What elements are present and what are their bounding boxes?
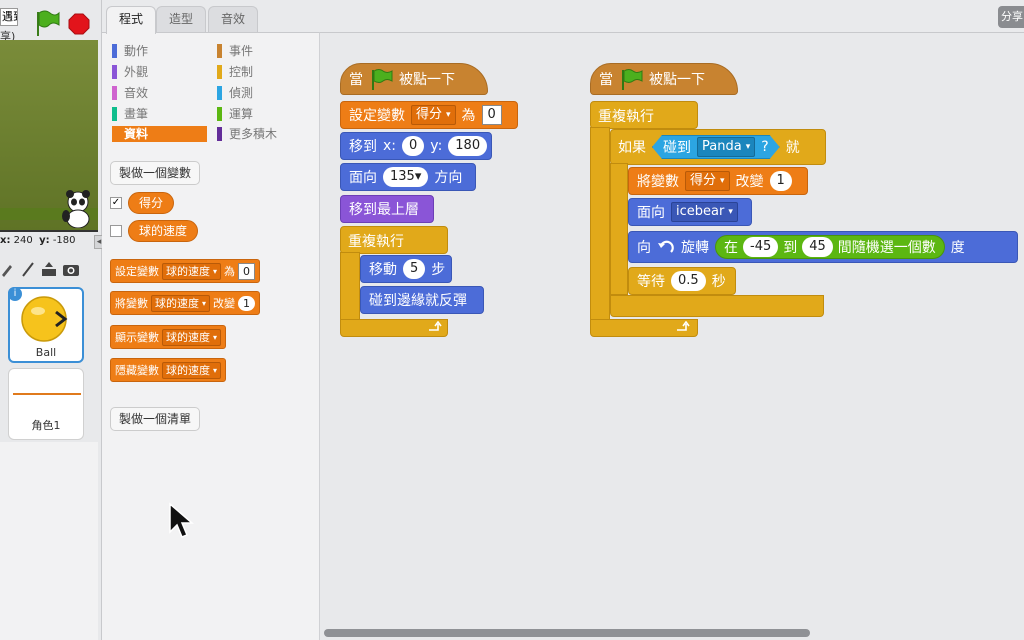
point-towards-block[interactable]: 面向 icebear (628, 198, 752, 226)
category-looks[interactable]: 外觀 (112, 64, 207, 80)
scratch-editor: 遇到 享) x: 240 y: -180 ◂ (0, 0, 1024, 640)
when-flag-clicked-hat[interactable]: 當 被點一下 (340, 63, 488, 95)
steps-input[interactable]: 5 (403, 259, 426, 279)
variable-checkbox[interactable]: ✓ (110, 197, 122, 209)
share-button[interactable]: 分享 (998, 6, 1024, 28)
variable-row: ✓ 得分 (110, 192, 175, 214)
brush-icon[interactable] (20, 261, 36, 277)
forever-block-arm (340, 252, 360, 324)
mouse-coordinates: x: 240 y: -180 (0, 235, 76, 246)
variable-dropdown[interactable]: 球的速度 (151, 294, 211, 312)
panda-sprite[interactable] (58, 188, 98, 228)
tab-costumes[interactable]: 造型 (156, 6, 207, 34)
variable-dropdown[interactable]: 得分 (685, 171, 730, 191)
variable-dropdown[interactable]: 球的速度 (162, 328, 222, 346)
tab-sounds[interactable]: 音效 (208, 6, 259, 34)
forever-label: 重複執行 (348, 234, 404, 250)
category-motion[interactable]: 動作 (112, 43, 207, 59)
sprite-name: 角色1 (31, 419, 61, 432)
y-input[interactable]: 180 (448, 136, 488, 156)
variable-reporter[interactable]: 得分 (128, 192, 175, 214)
stage-panel: 遇到 享) x: 240 y: -180 ◂ (0, 0, 104, 640)
value-input[interactable]: 0 (238, 262, 256, 280)
direction-input[interactable]: 135▾ (383, 167, 429, 187)
category-sound[interactable]: 音效 (112, 85, 207, 101)
variable-checkbox[interactable] (110, 225, 122, 237)
variable-reporter[interactable]: 球的速度 (128, 220, 199, 242)
point-in-direction-block[interactable]: 面向 135▾ 方向 (340, 163, 476, 191)
paint-sprite-icon[interactable] (0, 261, 16, 277)
green-flag-icon[interactable] (34, 8, 60, 38)
random-from-input[interactable]: -45 (743, 237, 779, 257)
make-list-button[interactable]: 製做一個清單 (110, 407, 201, 431)
value-input[interactable]: 1 (238, 295, 256, 311)
bounce-on-edge-block[interactable]: 碰到邊緣就反彈 (360, 286, 484, 314)
forever-label: 重複執行 (598, 109, 654, 125)
category-data[interactable]: 資料 (112, 126, 207, 142)
forever-block-arm (590, 127, 610, 327)
category-control[interactable]: 控制 (217, 64, 312, 80)
random-to-input[interactable]: 45 (802, 237, 833, 257)
variable-dropdown[interactable]: 球的速度 (162, 262, 222, 280)
horizontal-scrollbar[interactable] (324, 629, 810, 637)
sprite-tile-role1[interactable]: 角色1 (8, 368, 84, 440)
tab-bar: 程式 造型 音效 分享 (102, 0, 1024, 34)
loop-arrow-icon (429, 321, 442, 331)
sprite-list-bg (0, 442, 98, 640)
category-sensing[interactable]: 偵測 (217, 85, 312, 101)
if-header: 如果 碰到 Panda ? 就 (618, 133, 800, 161)
category-operators[interactable]: 運算 (217, 106, 312, 122)
category-more-blocks[interactable]: 更多積木 (217, 126, 312, 142)
category-pen[interactable]: 畫筆 (112, 106, 207, 122)
pick-random-block[interactable]: 在 -45 到 45 間隨機選一個數 (715, 235, 945, 259)
variable-dropdown[interactable]: 得分 (411, 105, 456, 125)
camera-icon[interactable] (62, 261, 80, 277)
line-thumbnail (13, 393, 81, 395)
go-to-front-block[interactable]: 移到最上層 (340, 195, 434, 223)
if-block-arm (610, 163, 628, 295)
change-variable-block[interactable]: 將變數 球的速度 改變 1 (110, 291, 261, 315)
tab-scripts[interactable]: 程式 (106, 6, 157, 34)
change-variable-block[interactable]: 將變數 得分 改變 1 (628, 167, 808, 195)
set-variable-block[interactable]: 設定變數 得分 為 0 (340, 101, 518, 129)
touching-condition[interactable]: 碰到 Panda ? (652, 135, 780, 159)
towards-dropdown[interactable]: icebear (671, 202, 738, 222)
ball-thumbnail (21, 296, 68, 342)
show-variable-block[interactable]: 顯示變數 球的速度 (110, 325, 227, 349)
hide-variable-block[interactable]: 隱藏變數 球的速度 (110, 358, 227, 382)
go-to-xy-block[interactable]: 移到 x: 0 y: 180 (340, 132, 492, 160)
stop-icon[interactable] (68, 13, 90, 35)
sprite-tools (0, 258, 98, 280)
when-flag-clicked-hat[interactable]: 當 被點一下 (590, 63, 738, 95)
rotate-left-icon (658, 240, 674, 253)
project-title-input[interactable]: 遇到 (0, 8, 18, 26)
turn-left-block[interactable]: 向 旋轉 在 -45 到 45 間隨機選一個數 度 (628, 231, 1018, 263)
wait-seconds-block[interactable]: 等待 0.5 秒 (628, 267, 736, 295)
block-palette: 動作 事件 外觀 控制 音效 偵測 畫筆 運算 資料 更多積木 製做一個變數 ✓… (102, 32, 320, 640)
touching-target-dropdown[interactable]: Panda (697, 137, 755, 157)
mouse-cursor-icon (169, 502, 194, 538)
green-flag-icon (372, 69, 393, 90)
seconds-input[interactable]: 0.5 (671, 271, 706, 291)
variable-row: 球的速度 (110, 220, 199, 242)
upload-icon[interactable] (40, 261, 58, 277)
stage-canvas[interactable] (0, 40, 98, 232)
variable-dropdown[interactable]: 球的速度 (162, 361, 222, 379)
script-area[interactable]: 當 被點一下 設定變數 得分 為 0 移到 x: 0 y: 180 面向 135… (320, 32, 1024, 640)
category-events[interactable]: 事件 (217, 43, 312, 59)
if-block-foot (610, 295, 824, 317)
value-input[interactable]: 1 (769, 171, 792, 191)
green-flag-icon (622, 69, 643, 90)
sprite-name: Ball (35, 346, 57, 359)
sprite-tile-ball[interactable]: i Ball (8, 287, 84, 363)
x-input[interactable]: 0 (402, 136, 425, 156)
set-variable-block[interactable]: 設定變數 球的速度 為 0 (110, 259, 261, 283)
move-steps-block[interactable]: 移動 5 步 (360, 255, 452, 283)
value-input[interactable]: 0 (481, 105, 502, 125)
loop-arrow-icon (677, 321, 690, 331)
make-variable-button[interactable]: 製做一個變數 (110, 161, 201, 185)
